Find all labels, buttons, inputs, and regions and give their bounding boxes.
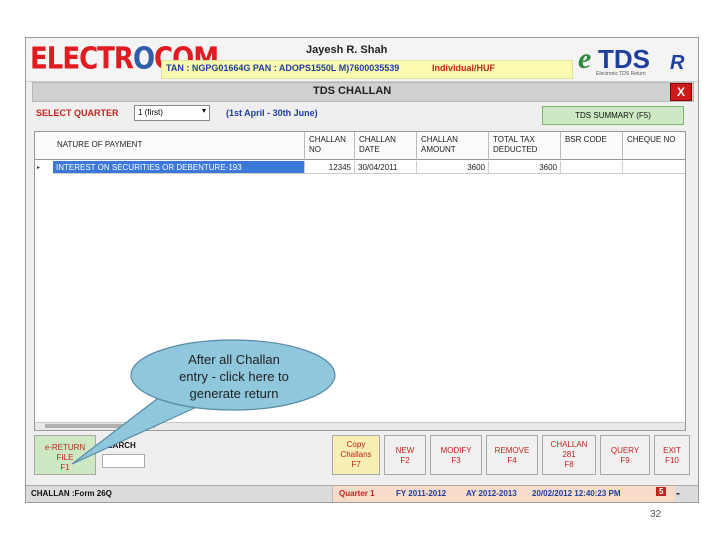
callout-bubble xyxy=(71,339,336,465)
slide-page-number: 32 xyxy=(650,509,662,520)
callout-text: After all Challan entry - click here to … xyxy=(179,352,289,401)
